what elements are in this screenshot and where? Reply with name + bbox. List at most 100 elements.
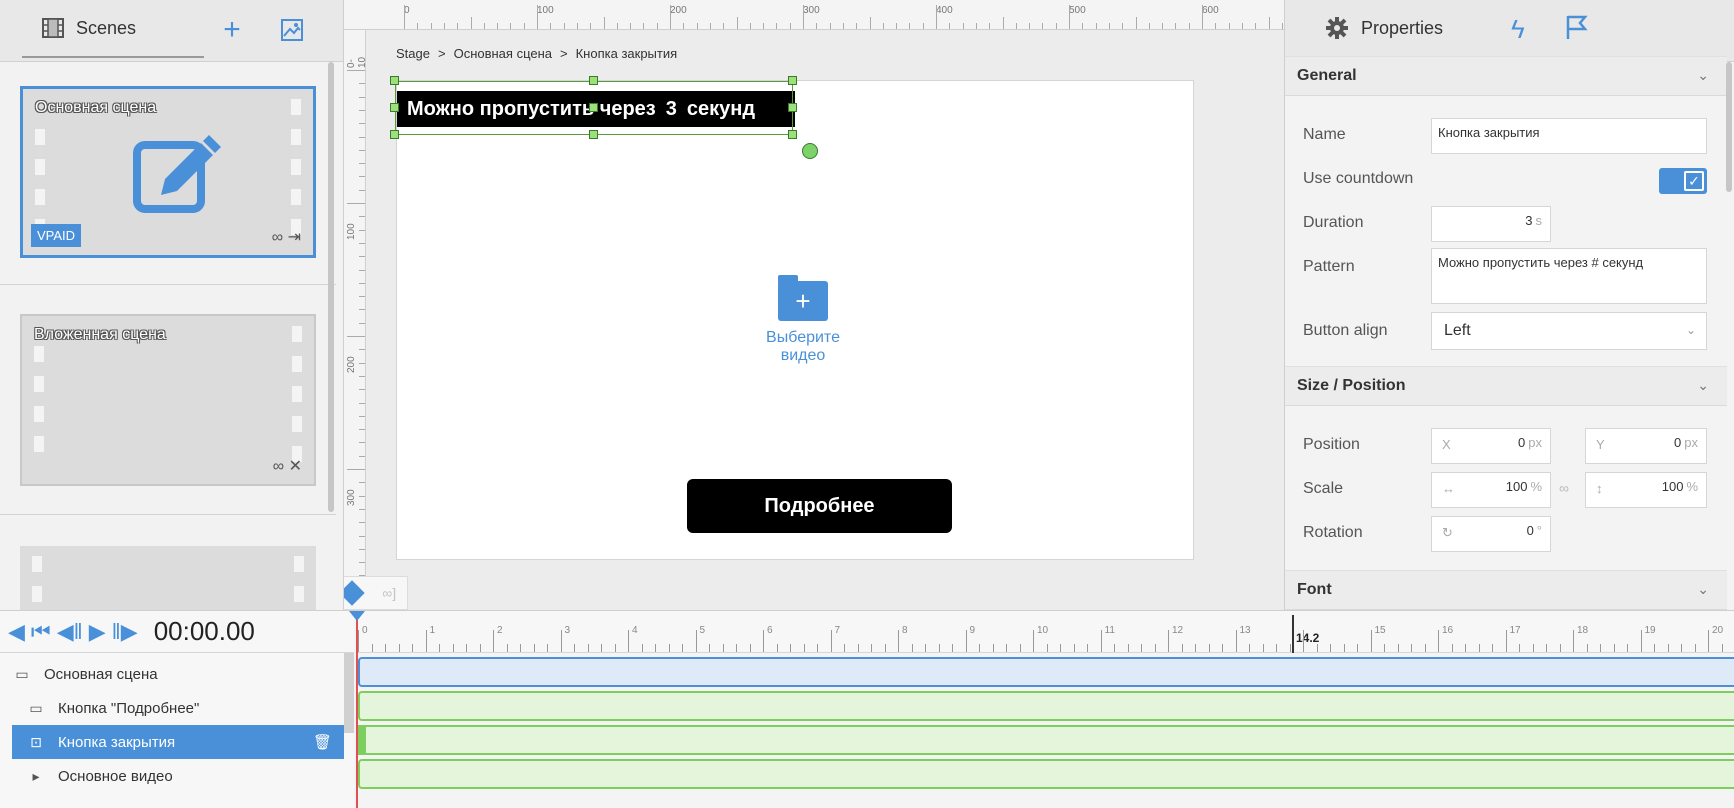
section-size-position[interactable]: Size / Position ⌄: [1285, 366, 1727, 406]
ruler-tick: [359, 429, 365, 431]
position-y-input[interactable]: Y 0 px: [1585, 428, 1707, 464]
ruler-tick: [896, 23, 898, 29]
px-unit: px: [1684, 435, 1698, 450]
resize-handle[interactable]: [589, 103, 598, 112]
step-forward-icon[interactable]: ‖▶: [112, 619, 138, 645]
layer-row[interactable]: ▸ Основное видео: [12, 759, 344, 793]
ruler-tick: [763, 23, 765, 29]
resize-handle[interactable]: [589, 130, 598, 139]
layer-row[interactable]: ▭ Основная сцена: [12, 657, 344, 691]
timeline-tick: [479, 644, 481, 652]
rotate-icon: ↻: [1442, 525, 1453, 540]
section-general[interactable]: General ⌄: [1285, 56, 1727, 96]
scene-card-partial[interactable]: [20, 546, 316, 610]
resize-handle[interactable]: [390, 130, 399, 139]
timeline-tick: [979, 644, 980, 652]
name-input[interactable]: Кнопка закрытия: [1431, 118, 1707, 154]
ruler-tick: [590, 23, 592, 29]
ruler-tick: [949, 23, 951, 29]
properties-scrollbar[interactable]: [1726, 62, 1732, 192]
timeline-tick: [1465, 644, 1466, 652]
timeline-tick: [1546, 644, 1547, 652]
layer-row[interactable]: ▭ Кнопка "Подробнее": [12, 691, 344, 725]
properties-tab[interactable]: Properties: [1307, 0, 1489, 58]
resize-handle[interactable]: [788, 130, 797, 139]
scene-card-nested[interactable]: Вложенная сцена ∞ ✕: [20, 314, 316, 486]
more-button-element[interactable]: Подробнее: [687, 479, 952, 533]
resize-handle[interactable]: [390, 103, 399, 112]
playhead-marker[interactable]: [349, 611, 365, 621]
add-image-scene-button[interactable]: [276, 14, 308, 46]
scene-card-main[interactable]: Основная сцена VPAID ∞ ⇥: [20, 86, 316, 258]
layer-label: Кнопка "Подробнее": [58, 699, 200, 717]
end-marker[interactable]: [1292, 615, 1294, 653]
link-icon[interactable]: ∞: [1559, 480, 1569, 496]
breadcrumb-scene[interactable]: Основная сцена: [454, 46, 552, 61]
timeline-ruler-number: 17: [1509, 625, 1521, 636]
play-icon[interactable]: ▶: [89, 619, 106, 645]
ruler-tick: [359, 123, 365, 125]
scale-x-input[interactable]: ↔ 100%: [1431, 472, 1551, 508]
pattern-textarea[interactable]: Можно пропустить через # секунд: [1431, 248, 1707, 304]
events-lightning-icon[interactable]: ϟ: [1511, 14, 1525, 45]
position-x-input[interactable]: X 0 px: [1431, 428, 1551, 464]
button-align-select[interactable]: Left ⌄: [1431, 312, 1707, 350]
layer-track[interactable]: [358, 759, 1734, 789]
flag-icon[interactable]: [1565, 14, 1589, 40]
ruler-tick: [359, 535, 365, 537]
breadcrumb-stage[interactable]: Stage: [396, 46, 430, 61]
scale-y-input[interactable]: ↕ 100%: [1585, 472, 1707, 508]
ruler-tick: [709, 23, 711, 29]
layer-track-selected[interactable]: [358, 725, 1734, 755]
ruler-tick: [696, 23, 698, 29]
layer-row-selected[interactable]: ⊡ Кнопка закрытия 🗑: [12, 725, 344, 759]
timeline-scrollbar[interactable]: [344, 653, 354, 733]
trash-icon[interactable]: 🗑: [313, 733, 332, 751]
ruler-tick: [803, 5, 804, 29]
add-scene-button[interactable]: +: [216, 13, 248, 46]
ruler-tick: [616, 23, 618, 29]
breadcrumb-separator: >: [560, 46, 568, 61]
scenes-tab[interactable]: Scenes: [22, 0, 204, 58]
volume-icon[interactable]: ◀: [8, 619, 25, 645]
timeline-ruler[interactable]: 14.2 0 1 2 3 4 5 6 7 8 9 10 11 12 13 15 16 17 18 19 20: [356, 611, 1734, 653]
ruler-tick: [1135, 17, 1137, 29]
scenes-scrollbar[interactable]: [328, 62, 334, 512]
image-icon: [281, 19, 303, 41]
stage[interactable]: Можно пропустить через 3 секунд + Выбери…: [390, 76, 1194, 560]
timeline-ruler-number: 15: [1374, 625, 1386, 636]
skip-start-icon[interactable]: ⏮: [31, 619, 51, 645]
scene-track[interactable]: [358, 657, 1734, 687]
section-font[interactable]: Font ⌄: [1285, 570, 1727, 610]
next-keyframe-icon[interactable]: ∞]: [382, 585, 396, 601]
step-back-icon[interactable]: ◀‖: [57, 619, 83, 645]
ruler-tick: [1015, 23, 1017, 29]
ruler-tick: [1188, 23, 1190, 29]
add-keyframe-button[interactable]: [344, 580, 365, 606]
playhead[interactable]: [356, 611, 358, 808]
check-icon: ✓: [1684, 171, 1704, 191]
resize-handle[interactable]: [788, 76, 797, 85]
timeline-tick: [1559, 644, 1561, 652]
scale-y-value: 100: [1661, 479, 1684, 494]
keyframe-marker[interactable]: [358, 725, 366, 755]
resize-handle[interactable]: [390, 76, 399, 85]
button-icon: ▭: [29, 699, 43, 716]
timeline-tick: [1019, 644, 1021, 652]
layer-track[interactable]: [358, 691, 1734, 721]
timeline-tick: [466, 644, 467, 652]
timeline-tick: [803, 644, 805, 652]
name-value: Кнопка закрытия: [1438, 125, 1540, 140]
duration-input[interactable]: 3s: [1431, 206, 1551, 242]
timeline-tick: [574, 644, 575, 652]
timeline-ruler-number: 11: [1104, 625, 1115, 636]
rotate-handle[interactable]: [802, 143, 818, 159]
folder-add-icon: +: [778, 275, 828, 321]
select-video-placeholder[interactable]: + Выберите видео: [743, 275, 863, 365]
ruler-top: 0 100 200 300 400 500 600: [344, 0, 1284, 30]
resize-handle[interactable]: [589, 76, 598, 85]
rotation-input[interactable]: ↻ 0 °: [1431, 516, 1551, 552]
timeline-tick: [1222, 644, 1223, 652]
use-countdown-toggle[interactable]: ✓: [1659, 168, 1707, 194]
resize-handle[interactable]: [788, 103, 797, 112]
